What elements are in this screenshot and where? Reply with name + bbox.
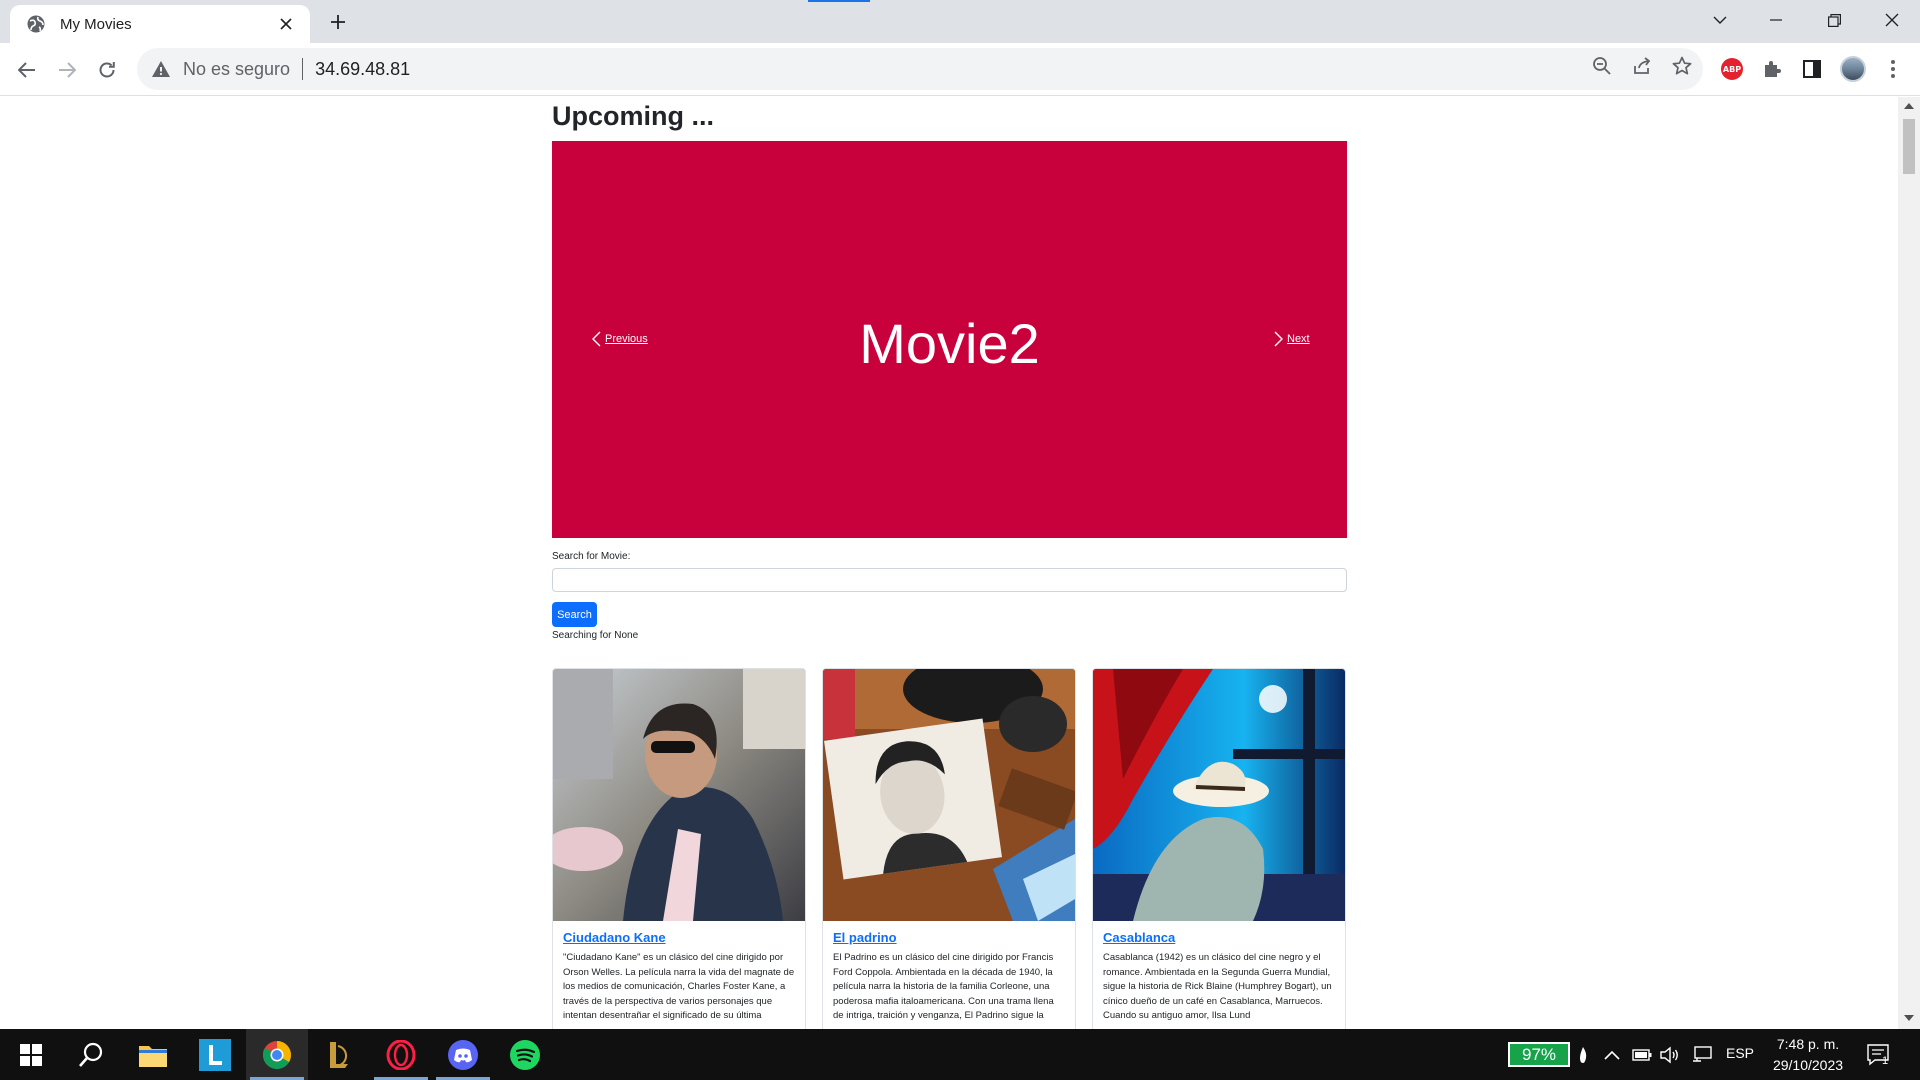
movie-description: Casablanca (1942) es un clásico del cine…: [1103, 952, 1332, 1022]
notification-center-icon[interactable]: 1: [1866, 1029, 1892, 1080]
movie-title-link[interactable]: Ciudadano Kane: [563, 930, 795, 945]
tab-my-movies[interactable]: My Movies: [10, 5, 310, 43]
volume-icon[interactable]: [1660, 1029, 1680, 1080]
movie-card: El padrino El Padrino es un clásico del …: [822, 668, 1076, 1029]
opera-icon: [386, 1039, 416, 1070]
adblock-extension-icon[interactable]: ABP: [1719, 56, 1745, 82]
taskbar-chrome[interactable]: [246, 1029, 308, 1080]
taskbar-opera-gx[interactable]: [370, 1029, 432, 1080]
movie-poster-image[interactable]: [1093, 669, 1345, 921]
scroll-up-arrow-icon[interactable]: [1904, 103, 1914, 109]
movie-description: El Padrino es un clásico del cine dirigi…: [833, 952, 1054, 1022]
scroll-down-arrow-icon[interactable]: [1904, 1015, 1914, 1021]
tab-strip: My Movies: [0, 0, 1920, 43]
carousel-slide-title: Movie2: [859, 312, 1040, 375]
chrome-icon: [263, 1040, 291, 1069]
folder-icon: [139, 1045, 167, 1067]
security-label[interactable]: No es seguro: [183, 59, 290, 80]
restore-icon[interactable]: [1806, 0, 1862, 40]
url-text[interactable]: 34.69.48.81: [315, 59, 410, 80]
taskbar-spotify[interactable]: [494, 1029, 556, 1080]
system-clock[interactable]: 7:48 p. m. 29/10/2023: [1760, 1034, 1856, 1076]
minimize-icon[interactable]: [1748, 0, 1804, 40]
globe-icon: [27, 15, 45, 33]
address-separator: [302, 58, 304, 80]
side-panel-icon[interactable]: [1799, 56, 1825, 82]
share-icon[interactable]: [1630, 54, 1654, 78]
chevron-left-icon: [592, 331, 601, 347]
search-status: Searching for None: [552, 630, 639, 641]
page-viewport: Upcoming ... Movie2 Previous Next Search…: [0, 97, 1898, 1029]
extensions-puzzle-icon[interactable]: [1759, 56, 1785, 82]
start-button[interactable]: [0, 1029, 62, 1080]
page-scrollbar[interactable]: [1898, 97, 1920, 1029]
tray-battery-icon[interactable]: [1632, 1029, 1652, 1080]
movie-card-grid: Ciudadano Kane "Ciudadano Kane" es un cl…: [552, 668, 1347, 1029]
more-menu-icon[interactable]: [1880, 56, 1906, 82]
movie-title-link[interactable]: Casablanca: [1103, 930, 1335, 945]
notification-count-badge: 1: [1882, 1055, 1889, 1067]
tab-title: My Movies: [60, 15, 132, 33]
league-icon: [330, 1041, 348, 1068]
discord-icon: [448, 1039, 478, 1070]
movie-poster-image[interactable]: [553, 669, 805, 921]
forward-icon[interactable]: [50, 53, 84, 87]
chevron-right-icon: [1274, 331, 1283, 347]
search-icon: [79, 1042, 103, 1067]
show-hidden-icons-chevron-icon[interactable]: [1604, 1029, 1620, 1080]
scrollbar-thumb[interactable]: [1903, 119, 1915, 174]
carousel-next-label: Next: [1287, 333, 1310, 345]
network-icon[interactable]: [1692, 1029, 1712, 1080]
tray-flame-icon[interactable]: [1578, 1029, 1588, 1080]
search-label: Search for Movie:: [552, 551, 631, 562]
windows-taskbar: 97% ESP 7:48 p. m. 29/10/2023 1: [0, 1029, 1920, 1080]
back-icon[interactable]: [10, 53, 44, 87]
abp-badge: ABP: [1721, 58, 1743, 80]
carousel-next-button[interactable]: Next: [1270, 331, 1310, 347]
zoom-out-icon[interactable]: [1590, 54, 1614, 78]
page-title: Upcoming ...: [552, 101, 714, 131]
l-app-icon: [199, 1038, 231, 1071]
profile-avatar[interactable]: [1840, 56, 1866, 82]
taskbar-league-client[interactable]: [308, 1029, 370, 1080]
taskbar-search-button[interactable]: [60, 1029, 122, 1080]
bookmark-star-icon[interactable]: [1670, 54, 1694, 78]
search-input[interactable]: [552, 568, 1347, 592]
new-tab-button[interactable]: [324, 8, 352, 36]
movie-card: Casablanca Casablanca (1942) es un clási…: [1092, 668, 1346, 1029]
taskbar-file-explorer[interactable]: [122, 1029, 184, 1080]
search-button[interactable]: Search: [552, 602, 597, 627]
tab-search-icon[interactable]: [1692, 0, 1748, 40]
clock-time: 7:48 p. m.: [1776, 1036, 1840, 1052]
browser-toolbar: No es seguro 34.69.48.81 ABP: [0, 43, 1920, 96]
avatar: [1840, 56, 1866, 82]
taskbar-discord[interactable]: [432, 1029, 494, 1080]
clock-date: 29/10/2023: [1772, 1057, 1844, 1073]
battery-indicator[interactable]: 97%: [1508, 1042, 1570, 1067]
movie-poster-image[interactable]: [823, 669, 1075, 921]
tab-strip-indicator: [808, 0, 870, 2]
carousel-previous-button[interactable]: Previous: [588, 331, 648, 347]
close-window-icon[interactable]: [1864, 0, 1920, 40]
movie-description: "Ciudadano Kane" es un clásico del cine …: [563, 952, 795, 1022]
input-language[interactable]: ESP: [1726, 1045, 1754, 1061]
carousel-previous-label: Previous: [605, 333, 648, 345]
spotify-icon: [510, 1039, 540, 1070]
movie-title-link[interactable]: El padrino: [833, 930, 1065, 945]
movie-card: Ciudadano Kane "Ciudadano Kane" es un cl…: [552, 668, 806, 1029]
windows-logo-icon: [20, 1043, 42, 1066]
warning-icon: [152, 61, 170, 77]
address-bar[interactable]: No es seguro 34.69.48.81: [137, 48, 1703, 90]
reload-icon[interactable]: [90, 53, 124, 87]
taskbar-app-l[interactable]: [184, 1029, 246, 1080]
upcoming-carousel: Movie2 Previous Next: [552, 141, 1347, 538]
close-tab-icon[interactable]: [274, 12, 298, 36]
